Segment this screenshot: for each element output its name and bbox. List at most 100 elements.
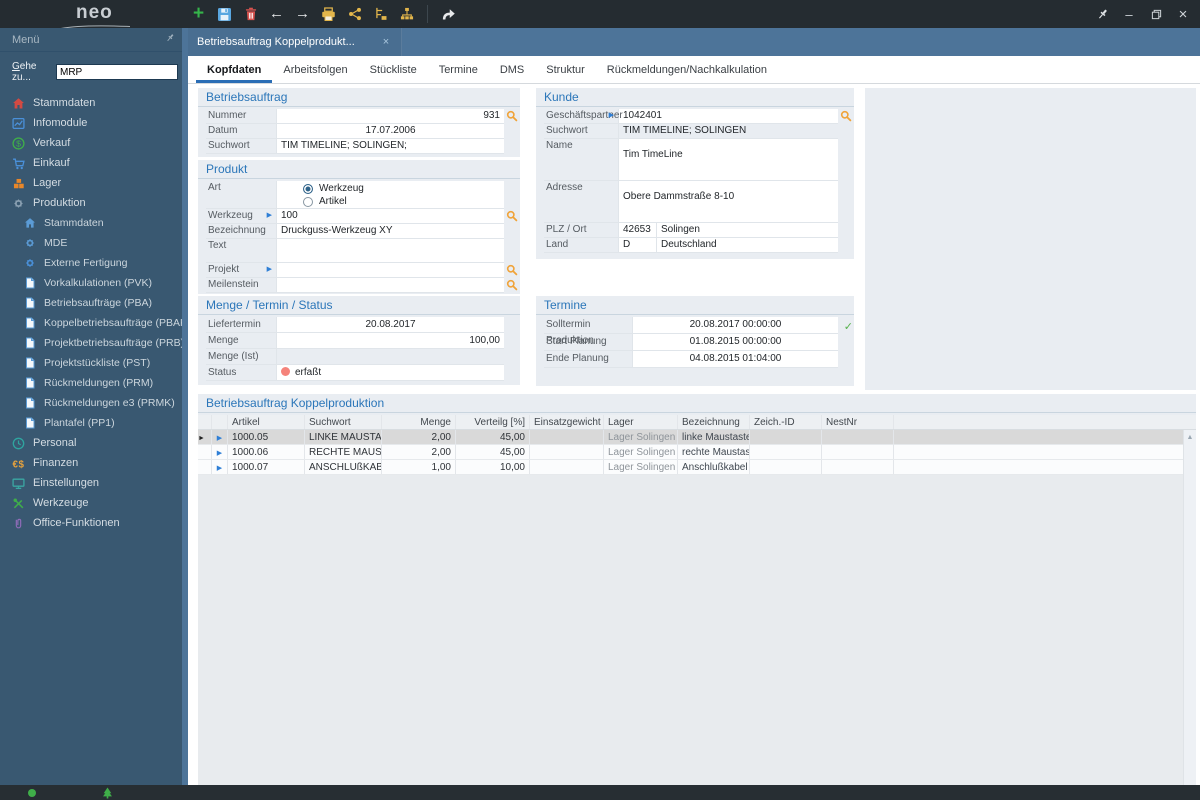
sidebar-item-mde[interactable]: MDE <box>0 233 182 253</box>
text-field[interactable] <box>276 239 504 262</box>
add-button[interactable]: + <box>190 4 207 23</box>
sidebar-item-einkauf[interactable]: Einkauf <box>0 153 182 173</box>
back-button[interactable]: ← <box>268 6 285 23</box>
share-button[interactable] <box>346 6 363 23</box>
lookup-icon[interactable] <box>506 110 518 122</box>
plz-field[interactable]: 42653 <box>618 223 656 237</box>
goto-input[interactable] <box>56 64 178 80</box>
pin-button[interactable] <box>1095 6 1109 22</box>
sidebar-item-rueckmeldungen[interactable]: Rückmeldungen (PRM) <box>0 373 182 393</box>
link-caret-icon[interactable]: ▶ <box>609 110 614 122</box>
delete-button[interactable] <box>242 6 259 23</box>
table-row[interactable]: ▶ 1000.07 ANSCHLUßKABEL 1,00 10,00 Lager… <box>198 460 1183 475</box>
tab-kopfdaten[interactable]: Kopfdaten <box>196 56 273 83</box>
col-zeich-id[interactable]: Zeich.-ID <box>750 415 822 429</box>
restore-button[interactable] <box>1149 6 1163 22</box>
projekt-field[interactable] <box>276 263 504 277</box>
tab-struktur[interactable]: Struktur <box>535 56 596 83</box>
geschaeftspartner-field[interactable]: 1042401 <box>618 109 838 123</box>
lookup-icon[interactable] <box>840 110 852 122</box>
col-lager[interactable]: Lager <box>604 415 678 429</box>
link-caret-icon[interactable]: ▶ <box>267 210 272 222</box>
col-verteilg[interactable]: Verteilg [%] <box>456 415 530 429</box>
row-detail-icon[interactable]: ▶ <box>217 465 222 472</box>
lookup-icon[interactable] <box>506 210 518 222</box>
minimize-button[interactable]: – <box>1122 6 1136 22</box>
tree-list-button[interactable] <box>372 6 389 23</box>
sidebar-item-lager[interactable]: Lager <box>0 173 182 193</box>
col-menge[interactable]: Menge <box>382 415 456 429</box>
notification-tree-icon[interactable] <box>102 787 113 799</box>
sidebar-item-personal[interactable]: Personal <box>0 433 182 453</box>
name-field[interactable]: Tim TimeLine <box>618 139 838 180</box>
sidebar-item-plantafel[interactable]: Plantafel (PP1) <box>0 413 182 433</box>
solltermin-field[interactable]: 20.08.2017 00:00:00 <box>632 317 838 333</box>
col-suchwort[interactable]: Suchwort <box>305 415 382 429</box>
sidebar-item-projektbetriebsauftraege[interactable]: Projektbetriebsaufträge (PRB) <box>0 333 184 353</box>
forward-button[interactable]: → <box>294 6 311 23</box>
adresse-field[interactable]: Obere Dammstraße 8-10 <box>618 181 838 222</box>
menu-pin-icon[interactable] <box>165 33 175 46</box>
menge-field[interactable]: 100,00 <box>276 333 504 348</box>
kunde-suchwort-field: TIM TIMELINE; SOLINGEN <box>618 124 838 138</box>
werkzeug-field[interactable]: 100 <box>276 209 504 223</box>
tab-rueckmeldungen-nachkalkulation[interactable]: Rückmeldungen/Nachkalkulation <box>596 56 778 83</box>
sitemap-icon <box>400 7 413 20</box>
sidebar-item-projektstueckliste[interactable]: Projektstückliste (PST) <box>0 353 182 373</box>
document-tab[interactable]: Betriebsauftrag Koppelprodukt... × <box>188 28 403 56</box>
print-button[interactable] <box>320 6 337 23</box>
bezeichnung-field[interactable]: Druckguss-Werkzeug XY <box>276 224 504 238</box>
sidebar-item-einstellungen[interactable]: Einstellungen <box>0 473 182 493</box>
sidebar-item-werkzeuge[interactable]: Werkzeuge <box>0 493 182 513</box>
sitemap-button[interactable] <box>398 6 415 23</box>
col-bezeichnung[interactable]: Bezeichnung <box>678 415 750 429</box>
link-caret-icon[interactable]: ▶ <box>267 264 272 276</box>
col-artikel[interactable]: Artikel <box>228 415 305 429</box>
sidebar-item-vorkalkulationen[interactable]: Vorkalkulationen (PVK) <box>0 273 182 293</box>
suchwort-field[interactable]: TIM TIMELINE; SOLINGEN; <box>276 139 504 153</box>
ort-field[interactable]: Solingen <box>656 223 838 237</box>
sidebar-item-produktion[interactable]: Produktion <box>0 193 182 213</box>
lookup-icon[interactable] <box>506 264 518 276</box>
tab-arbeitsfolgen[interactable]: Arbeitsfolgen <box>272 56 358 83</box>
status-dot-icon <box>281 367 290 376</box>
save-button[interactable] <box>216 6 233 23</box>
sidebar-item-betriebsauftraege[interactable]: Betriebsaufträge (PBA) <box>0 293 182 313</box>
table-row[interactable]: ▶ 1000.06 RECHTE MAUSTASTE 2,00 45,00 La… <box>198 445 1183 460</box>
sidebar-item-externe-fertigung[interactable]: Externe Fertigung <box>0 253 182 273</box>
col-einsatzgewicht[interactable]: Einsatzgewicht [kg] <box>530 415 604 429</box>
lookup-icon[interactable] <box>506 279 518 291</box>
sidebar-item-infomodule[interactable]: Infomodule <box>0 113 182 133</box>
trash-icon <box>245 7 256 21</box>
row-detail-icon[interactable]: ▶ <box>217 435 222 442</box>
land-name-field[interactable]: Deutschland <box>656 238 838 252</box>
sidebar-item-stammdaten[interactable]: Stammdaten <box>0 93 182 113</box>
table-scrollbar[interactable]: ▲ <box>1183 430 1196 785</box>
land-code-field[interactable]: D <box>618 238 656 252</box>
tab-stueckliste[interactable]: Stückliste <box>359 56 428 83</box>
scroll-up-icon[interactable]: ▲ <box>1187 434 1194 441</box>
sidebar-item-koppelbetriebsauftraege[interactable]: Koppelbetriebsaufträge (PBAK) <box>0 313 191 333</box>
tab-termine[interactable]: Termine <box>428 56 489 83</box>
liefertermin-field[interactable]: 20.08.2017 <box>276 317 504 332</box>
datum-field[interactable]: 17.07.2006 <box>276 124 504 138</box>
radio-werkzeug[interactable]: Werkzeug <box>303 183 500 195</box>
sidebar-item-office-funktionen[interactable]: Office-Funktionen <box>0 513 182 533</box>
tab-dms[interactable]: DMS <box>489 56 535 83</box>
row-detail-icon[interactable]: ▶ <box>217 450 222 457</box>
sidebar-item-finanzen[interactable]: Finanzen <box>0 453 182 473</box>
sidebar-item-verkauf[interactable]: Verkauf <box>0 133 182 153</box>
col-nestnr[interactable]: NestNr <box>822 415 894 429</box>
radio-artikel[interactable]: Artikel <box>303 196 500 208</box>
sidebar-item-produktion-stammdaten[interactable]: Stammdaten <box>0 213 182 233</box>
sidebar-item-rueckmeldungen-e3[interactable]: Rückmeldungen e3 (PRMK) <box>0 393 182 413</box>
ende-planung-field[interactable]: 04.08.2015 01:04:00 <box>632 351 838 367</box>
start-planung-field[interactable]: 01.08.2015 00:00:00 <box>632 334 838 350</box>
main-toolbar: + ← → <box>190 0 457 28</box>
table-row[interactable]: ► ▶ 1000.05 LINKE MAUSTASTE 2,00 45,00 L… <box>198 430 1183 445</box>
nummer-field[interactable]: 931 <box>276 109 504 123</box>
redo-button[interactable] <box>440 6 457 23</box>
close-button[interactable]: × <box>1176 6 1190 23</box>
tab-close-icon[interactable]: × <box>383 36 389 48</box>
meilenstein-field[interactable] <box>276 278 504 292</box>
